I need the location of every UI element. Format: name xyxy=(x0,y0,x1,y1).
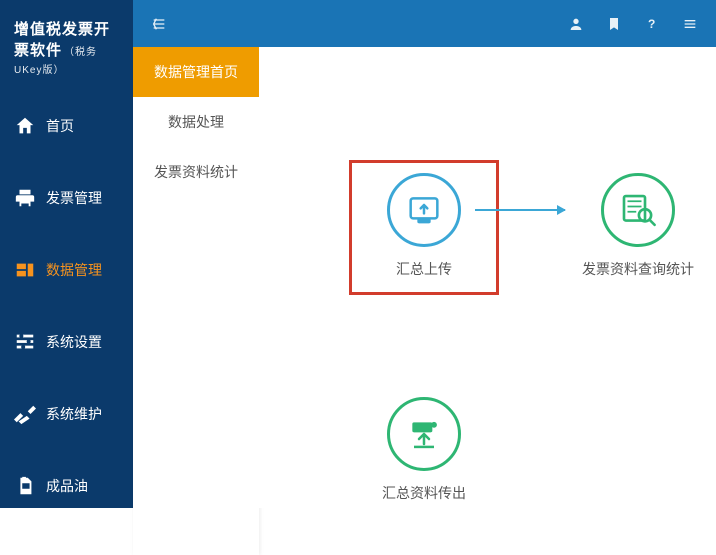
nav-home[interactable]: 首页 xyxy=(0,101,133,151)
nav-maintenance[interactable]: 系统维护 xyxy=(0,389,133,439)
nav-label: 系统设置 xyxy=(46,332,102,352)
nav-label: 成品油 xyxy=(46,476,88,496)
nav-label: 发票管理 xyxy=(46,188,102,208)
menu-collapse-icon[interactable] xyxy=(151,16,167,32)
topbar: ? xyxy=(133,0,716,47)
tile-summary-export[interactable]: 汇总资料传出 xyxy=(364,397,484,503)
submenu: 数据管理首页 数据处理 发票资料统计 xyxy=(133,47,259,555)
tile-label: 汇总资料传出 xyxy=(364,483,484,503)
help-icon[interactable]: ? xyxy=(644,16,660,32)
content: 汇总上传 发票资料查询统计 xyxy=(259,47,716,508)
home-icon xyxy=(14,115,36,137)
bookmark-icon[interactable] xyxy=(606,16,622,32)
tools-icon xyxy=(14,403,36,425)
submenu-label: 数据处理 xyxy=(168,112,224,132)
data-icon xyxy=(14,259,36,281)
sidebar: 增值税发票开票软件（税务UKey版） 首页 发票管理 数据管理 系统设置 xyxy=(0,0,133,508)
main-area: ? 汇总上传 xyxy=(259,0,716,508)
search-doc-icon xyxy=(601,173,675,247)
nav-invoices[interactable]: 发票管理 xyxy=(0,173,133,223)
tile-summary-upload[interactable]: 汇总上传 xyxy=(364,173,484,279)
nav-data[interactable]: 数据管理 xyxy=(0,245,133,295)
submenu-label: 数据管理首页 xyxy=(154,62,238,82)
nav-label: 数据管理 xyxy=(46,260,102,280)
nav-label: 系统维护 xyxy=(46,404,102,424)
nav-oil[interactable]: 成品油 xyxy=(0,461,133,511)
nav-label: 首页 xyxy=(46,116,74,136)
upload-icon xyxy=(387,173,461,247)
tile-label: 发票资料查询统计 xyxy=(578,259,698,279)
printer-icon xyxy=(14,187,36,209)
oil-icon xyxy=(14,475,36,497)
submenu-data-home[interactable]: 数据管理首页 xyxy=(133,47,259,97)
tile-invoice-query[interactable]: 发票资料查询统计 xyxy=(578,173,698,279)
submenu-invoice-stats[interactable]: 发票资料统计 xyxy=(133,147,259,197)
menu-icon[interactable] xyxy=(682,16,698,32)
export-icon xyxy=(387,397,461,471)
tile-label: 汇总上传 xyxy=(364,259,484,279)
app-logo: 增值税发票开票软件（税务UKey版） xyxy=(0,0,133,101)
submenu-label: 发票资料统计 xyxy=(154,162,238,182)
arrow-icon xyxy=(475,209,565,211)
nav-settings[interactable]: 系统设置 xyxy=(0,317,133,367)
user-icon[interactable] xyxy=(568,16,584,32)
submenu-data-process[interactable]: 数据处理 xyxy=(133,97,259,147)
svg-text:?: ? xyxy=(648,17,655,31)
sliders-icon xyxy=(14,331,36,353)
